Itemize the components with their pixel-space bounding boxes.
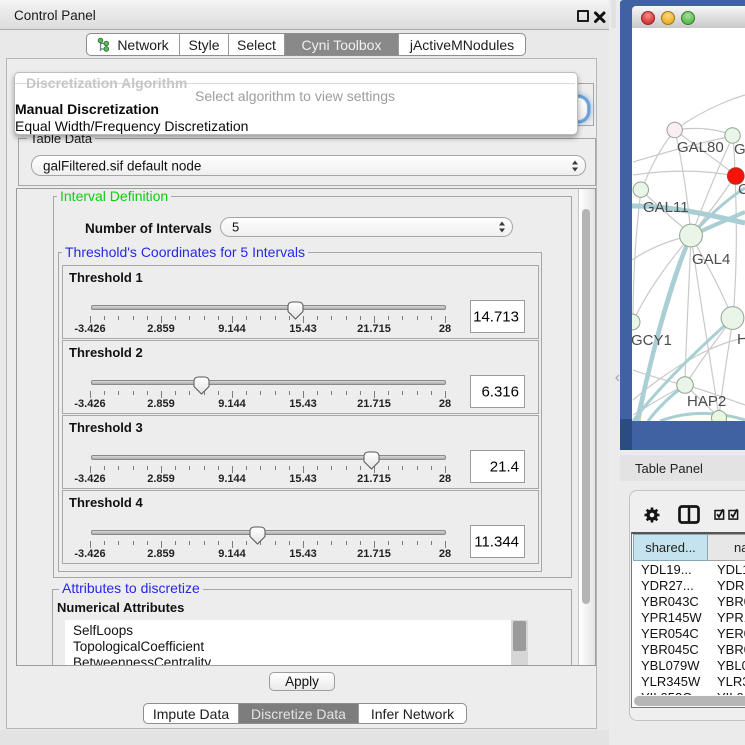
svg-text:GAL80: GAL80 — [677, 139, 724, 156]
svg-text:H: H — [737, 331, 745, 348]
svg-text:GA: GA — [734, 141, 745, 158]
svg-text:GAL11: GAL11 — [643, 199, 689, 216]
svg-text:GAL4: GAL4 — [692, 251, 730, 268]
svg-text:GCY1: GCY1 — [632, 332, 672, 349]
svg-text:HAP2: HAP2 — [687, 393, 726, 410]
svg-text:C: C — [738, 181, 745, 198]
